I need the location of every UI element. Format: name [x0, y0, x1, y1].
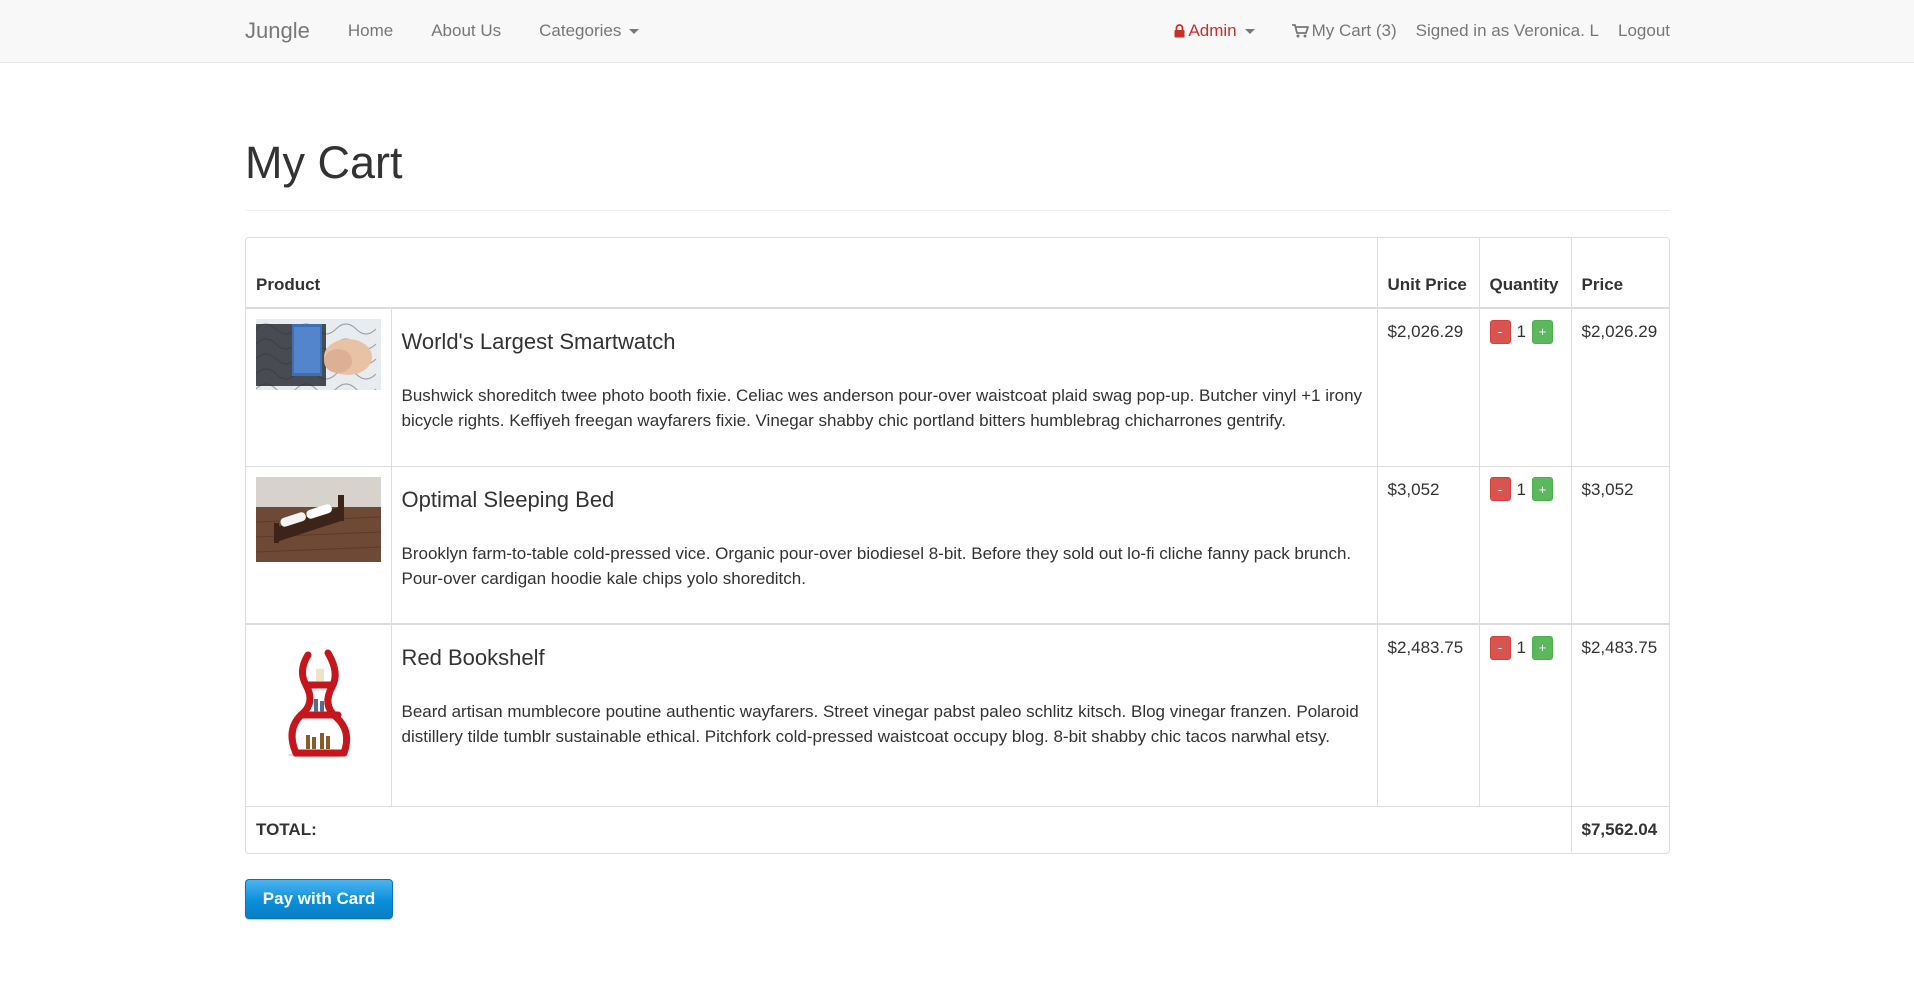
table-row: World's Largest Smartwatch Bushwick shor…: [246, 307, 1669, 466]
increase-quantity-button[interactable]: +: [1531, 635, 1553, 660]
total-row: TOTAL: $7,562.04: [246, 805, 1669, 852]
bed-image: [256, 476, 381, 562]
price-cell: $2,026.29: [1570, 307, 1669, 466]
product-description: Brooklyn farm-to-table cold-pressed vice…: [401, 543, 1352, 588]
cart-panel: Product Unit Price Quantity Price World'…: [245, 237, 1670, 854]
title-divider: [245, 210, 1670, 211]
product-name: Optimal Sleeping Bed: [401, 486, 615, 512]
product-info-cell: World's Largest Smartwatch Bushwick shor…: [390, 307, 1378, 466]
nav-cart-label: My Cart (3): [1311, 21, 1397, 40]
total-label: TOTAL:: [246, 805, 1572, 852]
nav-about-link[interactable]: About Us: [431, 21, 501, 41]
price-cell: $2,483.75: [1570, 623, 1669, 806]
unit-price-cell: $3,052: [1376, 465, 1480, 624]
nav-logout-link[interactable]: Logout: [1618, 21, 1670, 41]
nav-admin-dropdown[interactable]: Admin: [1174, 21, 1255, 41]
nav-cart-link[interactable]: My Cart (3): [1291, 21, 1397, 41]
bookshelf-image: [256, 635, 381, 760]
unit-price-cell: $2,483.75: [1376, 623, 1480, 806]
page-title: My Cart: [245, 137, 403, 188]
price-cell: $3,052: [1570, 465, 1669, 624]
decrease-quantity-button[interactable]: -: [1489, 319, 1511, 344]
nav-home-link[interactable]: Home: [348, 21, 393, 41]
product-name: World's Largest Smartwatch: [401, 329, 676, 354]
cart-table: Product Unit Price Quantity Price World'…: [246, 238, 1669, 852]
header-price: Price: [1570, 238, 1669, 309]
quantity-value: 1: [1516, 322, 1526, 341]
quantity-cell: - 1 +: [1478, 623, 1572, 806]
chevron-down-icon: [1244, 28, 1255, 34]
nav-admin-label: Admin: [1188, 21, 1237, 40]
product-image-cell: [246, 465, 391, 624]
unit-price-cell: $2,026.29: [1376, 307, 1480, 466]
smartwatch-image: [256, 319, 381, 390]
quantity-stepper: - 1 +: [1489, 477, 1561, 502]
quantity-value: 1: [1516, 638, 1526, 657]
increase-quantity-button[interactable]: +: [1531, 477, 1553, 501]
product-name: Red Bookshelf: [401, 645, 545, 670]
header-unit-price: Unit Price: [1376, 238, 1480, 309]
product-image-cell: [246, 307, 391, 466]
increase-quantity-button[interactable]: +: [1531, 319, 1553, 344]
product-info-cell: Red Bookshelf Beard artisan mumblecore p…: [390, 623, 1378, 806]
header-quantity: Quantity: [1478, 238, 1572, 309]
navbar-inner: Jungle Home About Us Categories Admin My…: [245, 0, 1670, 62]
nav-categories-label: Categories: [539, 21, 622, 40]
navbar-right: Admin My Cart (3) Signed in as Veronica.…: [1174, 21, 1670, 41]
quantity-stepper: - 1 +: [1489, 319, 1561, 344]
nav-categories-dropdown[interactable]: Categories: [539, 21, 640, 41]
quantity-stepper: - 1 +: [1489, 635, 1561, 660]
total-value: $7,562.04: [1570, 805, 1669, 852]
table-header-row: Product Unit Price Quantity Price: [246, 238, 1669, 309]
decrease-quantity-button[interactable]: -: [1489, 635, 1511, 660]
quantity-cell: - 1 +: [1478, 307, 1572, 466]
quantity-cell: - 1 +: [1478, 465, 1572, 624]
pay-with-card-button[interactable]: Pay with Card: [245, 879, 393, 919]
product-description: Bushwick shoreditch twee photo booth fix…: [401, 386, 1363, 430]
cart-icon: [1291, 24, 1309, 38]
quantity-value: 1: [1516, 479, 1526, 499]
header-product: Product: [246, 238, 1378, 309]
product-description: Beard artisan mumblecore poutine authent…: [401, 702, 1359, 746]
product-info-cell: Optimal Sleeping Bed Brooklyn farm-to-ta…: [390, 465, 1378, 624]
table-row: Optimal Sleeping Bed Brooklyn farm-to-ta…: [246, 465, 1669, 624]
product-image-cell: [246, 623, 391, 806]
lock-icon: [1174, 24, 1185, 38]
decrease-quantity-button[interactable]: -: [1489, 477, 1511, 501]
navbar: Jungle Home About Us Categories Admin My…: [0, 0, 1914, 63]
table-row: Red Bookshelf Beard artisan mumblecore p…: [246, 623, 1669, 806]
signed-in-text: Signed in as Veronica. L: [1415, 21, 1599, 40]
chevron-down-icon: [629, 28, 640, 34]
brand-link[interactable]: Jungle: [245, 18, 310, 44]
